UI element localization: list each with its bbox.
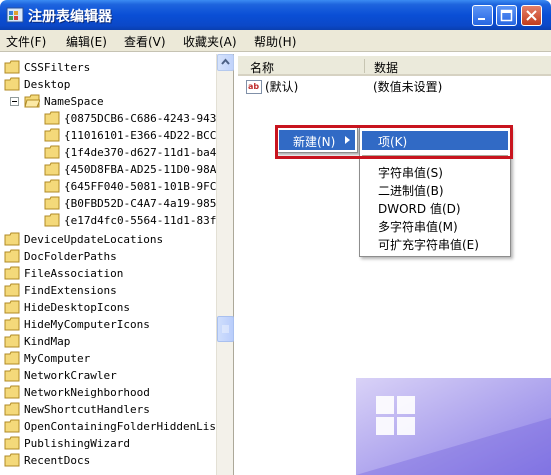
folder-icon — [4, 77, 20, 91]
tree-item-label: FindExtensions — [24, 284, 117, 297]
tree-item-label: MyComputer — [24, 352, 91, 365]
column-name-header[interactable]: 名称 — [250, 59, 274, 76]
tree-item-label: NameSpace — [44, 95, 104, 108]
tree-item-label: DocFolderPaths — [24, 250, 117, 263]
folder-icon — [44, 213, 60, 227]
tree-item-label: NetworkCrawler — [24, 369, 117, 382]
list-header: 名称 数据 — [238, 56, 551, 76]
tree-item-label: Desktop — [24, 78, 71, 91]
folder-icon — [4, 232, 20, 246]
tree-item-label: NetworkNeighborhood — [24, 386, 150, 399]
tree-scrollbar[interactable] — [216, 54, 234, 475]
tree-item-label: CSSFilters — [24, 61, 91, 74]
annotation-highlight-frame — [275, 125, 513, 159]
menu-bar: 文件(F) 编辑(E) 查看(V) 收藏夹(A) 帮助(H) — [0, 30, 551, 52]
folder-icon — [4, 60, 20, 74]
submenu-item-binary-value[interactable]: 二进制值(B) — [378, 182, 444, 199]
tree-item-label: {645FF040-5081-101B-9FC — [64, 180, 217, 193]
menu-edit[interactable]: 编辑(E) — [66, 33, 107, 50]
tree-item-label: KindMap — [24, 335, 71, 348]
tree-item-label: DeviceUpdateLocations — [24, 233, 164, 246]
scroll-thumb[interactable] — [217, 316, 234, 342]
menu-favorites[interactable]: 收藏夹(A) — [183, 33, 237, 50]
menu-file[interactable]: 文件(F) — [6, 33, 46, 50]
registry-editor-icon — [6, 7, 24, 23]
folder-icon — [4, 419, 20, 433]
tree-item-label: PublishingWizard — [24, 437, 130, 450]
column-data-header[interactable]: 数据 — [374, 59, 398, 76]
watermark-graphic — [356, 378, 551, 475]
submenu-item-string-value[interactable]: 字符串值(S) — [378, 164, 443, 181]
scroll-up-button[interactable] — [217, 54, 234, 71]
folder-icon — [4, 402, 20, 416]
menu-help[interactable]: 帮助(H) — [254, 33, 296, 50]
grip-icon — [222, 325, 229, 333]
folder-icon — [4, 453, 20, 467]
folder-icon — [4, 317, 20, 331]
tree-item-label: {0875DCB6-C686-4243-943 — [64, 112, 217, 125]
folder-icon — [4, 385, 20, 399]
folder-icon — [4, 266, 20, 280]
tree-item-label: {1f4de370-d627-11d1-ba4 — [64, 146, 217, 159]
tree-item-label: {11016101-E366-4D22-BCC — [64, 129, 217, 142]
folder-icon — [4, 368, 20, 382]
tree-item-label: FileAssociation — [24, 267, 124, 280]
arrow-up-icon — [221, 58, 230, 65]
folder-icon — [44, 111, 60, 125]
tree-item-label: NewShortcutHandlers — [24, 403, 150, 416]
menu-view[interactable]: 查看(V) — [124, 33, 166, 50]
minimize-icon — [478, 18, 485, 20]
title-bar[interactable]: 注册表编辑器 — [0, 0, 551, 30]
tree-item-label: OpenContainingFolderHiddenLis — [24, 420, 217, 433]
folder-icon — [4, 300, 20, 314]
window-title: 注册表编辑器 — [28, 9, 112, 25]
close-button[interactable] — [521, 5, 542, 26]
string-value-icon: ab — [246, 80, 262, 94]
submenu-item-dword-value[interactable]: DWORD 值(D) — [378, 200, 461, 217]
tree-item-label: {450D8FBA-AD25-11D0-98A — [64, 163, 217, 176]
folder-icon — [4, 249, 20, 263]
folder-icon — [44, 128, 60, 142]
folder-icon — [44, 162, 60, 176]
column-divider[interactable] — [364, 59, 365, 73]
folder-icon — [4, 351, 20, 365]
tree-item-label: HideDesktopIcons — [24, 301, 130, 314]
tree-item-label: RecentDocs — [24, 454, 91, 467]
folder-icon — [4, 436, 20, 450]
close-icon — [526, 10, 537, 21]
maximize-icon — [500, 9, 513, 22]
tree-item-label: {B0FBD52D-C4A7-4a19-985 — [64, 197, 217, 210]
folder-icon — [44, 196, 60, 210]
open-folder-icon — [24, 94, 40, 108]
folder-icon — [44, 145, 60, 159]
submenu-item-multi-string-value[interactable]: 多字符串值(M) — [378, 218, 458, 235]
collapse-toggle[interactable] — [10, 97, 19, 106]
tree-item-label: {e17d4fc0-5564-11d1-83f — [64, 214, 217, 227]
folder-icon — [4, 283, 20, 297]
folder-icon — [44, 179, 60, 193]
minimize-button[interactable] — [472, 5, 493, 26]
folder-icon — [4, 334, 20, 348]
value-data[interactable]: (数值未设置) — [373, 78, 442, 96]
maximize-button[interactable] — [496, 5, 517, 26]
value-name[interactable]: (默认) — [265, 78, 298, 96]
submenu-item-expandable-string-value[interactable]: 可扩充字符串值(E) — [378, 236, 479, 253]
tree-item-label: HideMyComputerIcons — [24, 318, 150, 331]
